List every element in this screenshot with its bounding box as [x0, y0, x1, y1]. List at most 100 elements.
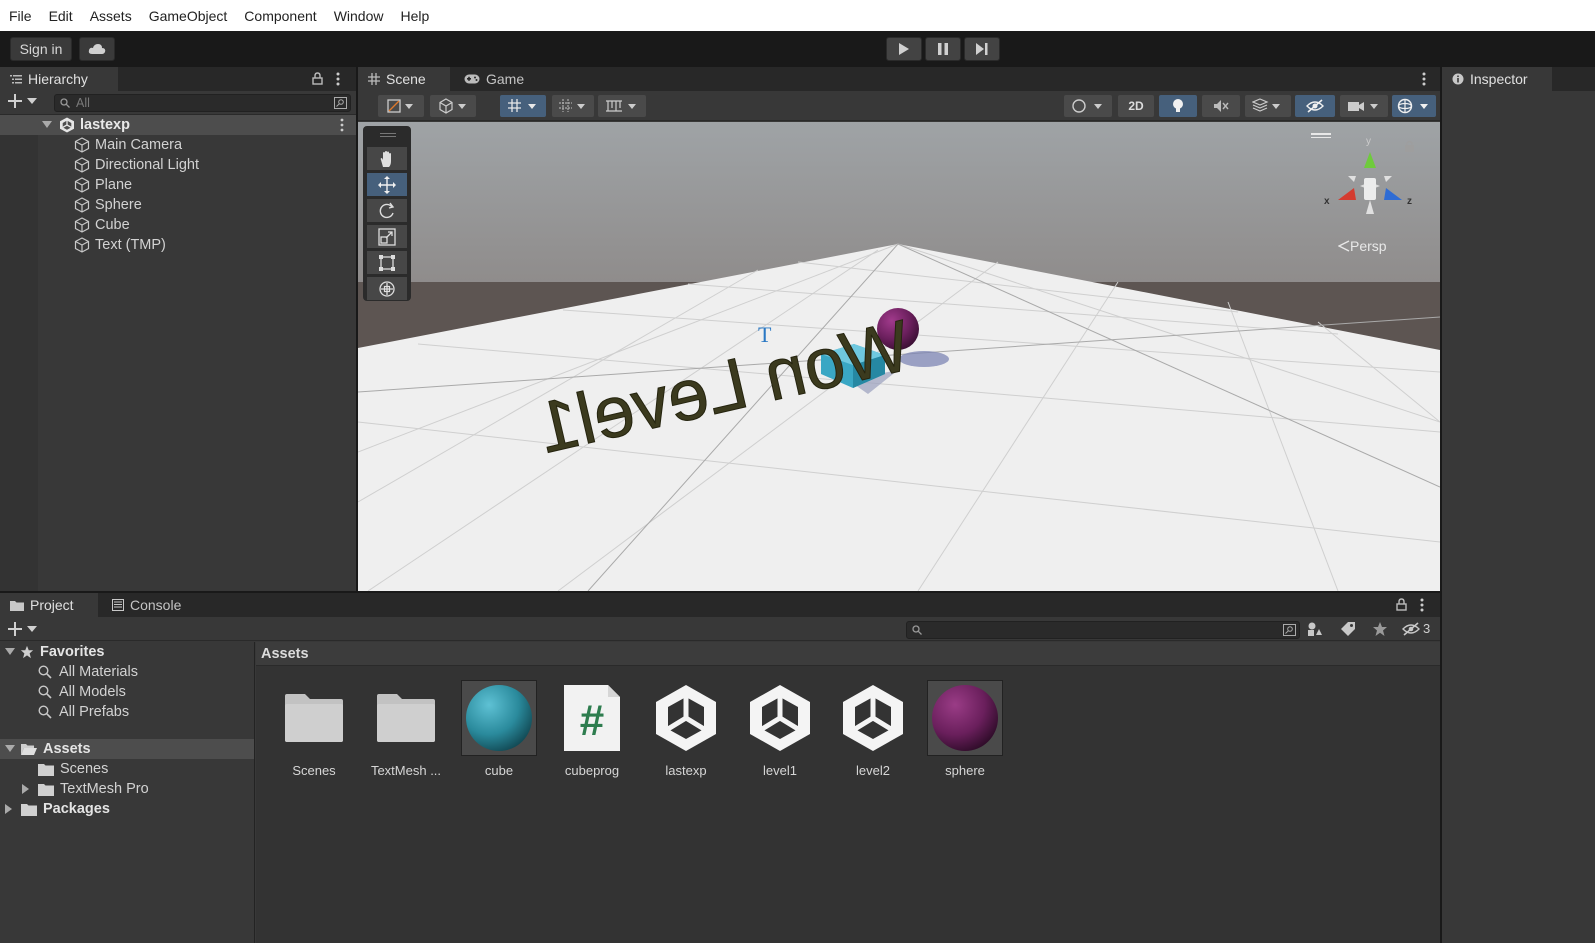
kebab-menu-icon[interactable] [340, 118, 344, 132]
tab-game[interactable]: Game [454, 67, 534, 91]
hierarchy-item[interactable]: Directional Light [0, 155, 356, 175]
folder-open-icon [21, 743, 37, 755]
play-button[interactable] [886, 37, 922, 61]
svg-text:T: T [758, 322, 772, 347]
gizmos-dropdown[interactable] [1392, 95, 1436, 117]
favorites-toggle-button[interactable] [1372, 621, 1388, 637]
project-search-input[interactable] [906, 621, 1300, 639]
camera-dropdown[interactable] [1340, 95, 1388, 117]
hierarchy-search-input[interactable]: All [54, 94, 351, 112]
effects-dropdown[interactable] [1245, 95, 1291, 117]
transform-icon [379, 280, 395, 297]
pause-button[interactable] [925, 37, 961, 61]
asset-item-scene[interactable]: level2 [827, 680, 919, 778]
asset-thumb [927, 680, 1003, 756]
menu-bar: File Edit Assets GameObject Component Wi… [0, 0, 1595, 31]
shading-mode-icon [387, 99, 413, 113]
scene-visibility-toggle[interactable] [1295, 95, 1335, 117]
scale-tool-button[interactable] [367, 225, 407, 248]
overlay-handle-icon[interactable] [1311, 133, 1331, 135]
hierarchy-item[interactable]: Sphere [0, 195, 356, 215]
hierarchy-item[interactable]: Main Camera [0, 135, 356, 155]
scene-row-lastexp[interactable]: lastexp [0, 115, 356, 135]
asset-item-scene[interactable]: lastexp [640, 680, 732, 778]
hierarchy-item[interactable]: Cube [0, 215, 356, 235]
render-mode-dropdown[interactable] [430, 95, 476, 117]
hand-tool-button[interactable] [367, 147, 407, 170]
transform-tool-button[interactable] [367, 277, 407, 300]
tree-favorite-item[interactable]: All Prefabs [0, 702, 254, 722]
tree-favorite-item[interactable]: All Models [0, 682, 254, 702]
hierarchy-item[interactable]: Text (TMP) [0, 235, 356, 255]
expand-arrow-right-icon[interactable] [22, 784, 30, 794]
filter-by-type-button[interactable] [1307, 621, 1323, 637]
tab-console[interactable]: Console [102, 593, 202, 617]
tree-favorites[interactable]: Favorites [0, 642, 254, 662]
lock-icon[interactable] [312, 72, 323, 85]
lock-icon[interactable] [1396, 598, 1407, 611]
cloud-button[interactable] [79, 37, 115, 61]
tab-scene[interactable]: Scene [358, 67, 450, 91]
create-asset-dropdown[interactable] [8, 622, 37, 636]
menu-window[interactable]: Window [334, 8, 384, 24]
expand-arrow-icon[interactable] [42, 121, 52, 129]
asset-item-material[interactable]: cube [453, 680, 545, 778]
asset-item-material[interactable]: sphere [919, 680, 1011, 778]
tab-hierarchy[interactable]: Hierarchy [0, 67, 118, 91]
hierarchy-search-placeholder: All [76, 96, 90, 110]
gizmo-globe-icon [1397, 98, 1428, 114]
sign-in-button[interactable]: Sign in [10, 37, 72, 61]
kebab-menu-icon[interactable] [1422, 72, 1426, 86]
increment-snap-dropdown[interactable] [552, 95, 594, 117]
audio-toggle[interactable] [1202, 95, 1240, 117]
grid-snap-toggle[interactable] [500, 95, 546, 117]
search-filter-icon[interactable] [1283, 624, 1296, 636]
rect-tool-button[interactable] [367, 251, 407, 274]
tree-favorite-item[interactable]: All Materials [0, 662, 254, 682]
projection-toggle[interactable]: Persp [1338, 238, 1387, 254]
menu-help[interactable]: Help [400, 8, 429, 24]
expand-arrow-right-icon[interactable] [5, 804, 13, 814]
create-dropdown[interactable] [8, 94, 37, 108]
ruler-dropdown[interactable] [598, 95, 646, 117]
hierarchy-item-label: Directional Light [95, 157, 199, 173]
asset-item-scene[interactable]: level1 [734, 680, 826, 778]
asset-item-script[interactable]: # cubeprog [546, 680, 638, 778]
hierarchy-item[interactable]: Plane [0, 175, 356, 195]
tab-inspector[interactable]: Inspector [1442, 67, 1552, 91]
tab-project[interactable]: Project [0, 593, 98, 617]
move-tool-button[interactable] [367, 173, 407, 196]
asset-breadcrumb[interactable]: Assets [256, 642, 1440, 666]
hidden-packages-toggle[interactable]: 3 [1402, 621, 1430, 636]
kebab-menu-icon[interactable] [1420, 598, 1424, 612]
lighting-toggle[interactable] [1159, 95, 1197, 117]
move-arrows-icon [378, 175, 396, 194]
expand-arrow-icon[interactable] [5, 648, 15, 656]
draw-mode-dropdown[interactable] [378, 95, 424, 117]
tree-folder-item[interactable]: Scenes [0, 759, 254, 779]
camera-icon [1348, 102, 1378, 111]
kebab-menu-icon[interactable] [336, 72, 340, 86]
rotate-tool-button[interactable] [367, 199, 407, 222]
filter-by-label-button[interactable] [1340, 621, 1356, 637]
scene-panel: Scene Game 2D Won Level1 T y x z Persp [358, 67, 1440, 591]
scene-viewport[interactable]: Won Level1 T y x z Persp [358, 122, 1440, 591]
orientation-gizmo[interactable]: y x z [1320, 136, 1416, 224]
search-filter-icon[interactable] [334, 97, 347, 109]
project-tabbar: Project Console [0, 593, 1440, 617]
tree-assets[interactable]: Assets [0, 739, 254, 759]
tree-folder-item[interactable]: TextMesh Pro [0, 779, 254, 799]
expand-arrow-icon[interactable] [5, 745, 15, 753]
asset-item-folder[interactable]: TextMesh ... [360, 680, 452, 778]
menu-file[interactable]: File [9, 8, 32, 24]
menu-assets[interactable]: Assets [90, 8, 132, 24]
2d-toggle-button[interactable]: 2D [1118, 95, 1154, 117]
tree-packages[interactable]: Packages [0, 799, 254, 819]
step-button[interactable] [964, 37, 1000, 61]
hash-icon [368, 73, 380, 85]
menu-component[interactable]: Component [244, 8, 316, 24]
menu-gameobject[interactable]: GameObject [149, 8, 228, 24]
asset-item-folder[interactable]: Scenes [268, 680, 360, 778]
menu-edit[interactable]: Edit [49, 8, 73, 24]
shading-dropdown[interactable] [1064, 95, 1112, 117]
